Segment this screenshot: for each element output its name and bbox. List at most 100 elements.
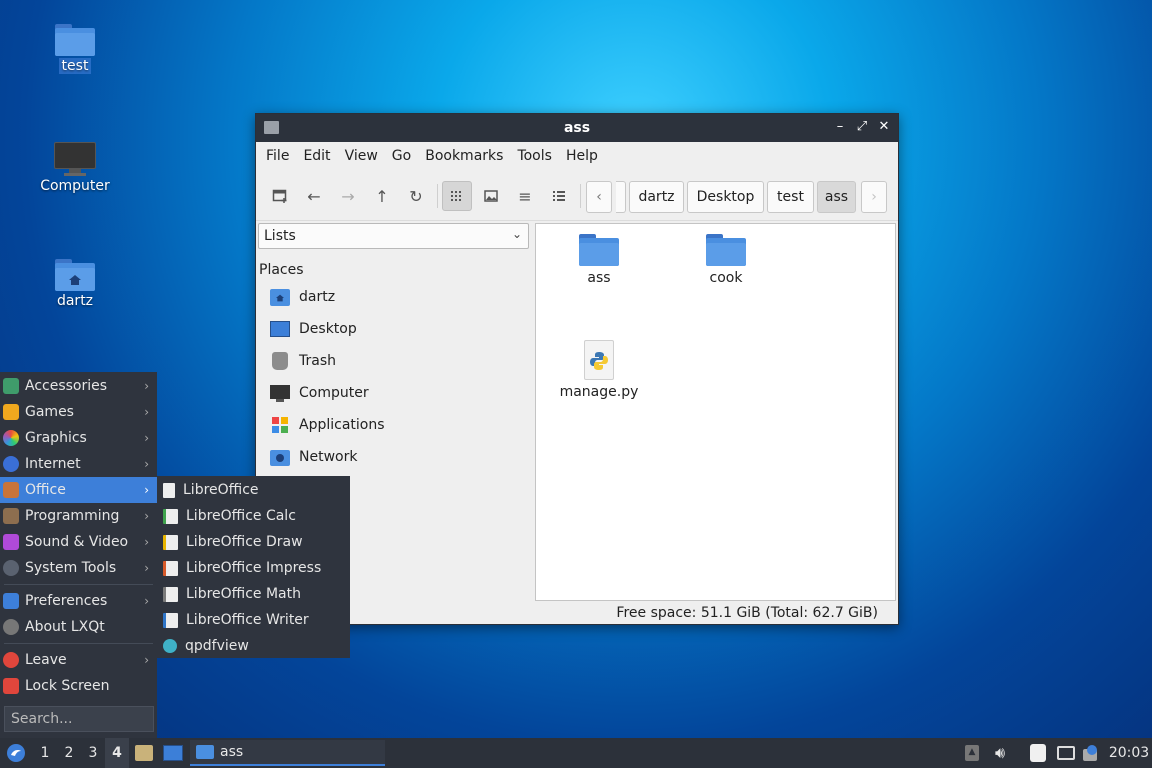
menu-edit[interactable]: Edit	[296, 148, 337, 164]
desktop-switch-4[interactable]: 4	[105, 738, 129, 768]
breadcrumb-test[interactable]: test	[767, 181, 814, 213]
breadcrumb-prev-button[interactable]: ‹	[586, 181, 612, 213]
menu-bookmarks[interactable]: Bookmarks	[418, 148, 510, 164]
reload-button[interactable]: ↻	[401, 181, 431, 211]
new-tab-button[interactable]	[265, 181, 295, 211]
submenu-item-libreoffice-writer[interactable]: LibreOffice Writer	[157, 607, 350, 633]
clipboard-icon	[1030, 744, 1046, 762]
submenu-item-label: LibreOffice Impress	[186, 560, 322, 576]
thumbnail-view-button[interactable]	[476, 181, 506, 211]
notification-button[interactable]	[1080, 738, 1104, 768]
desktop-icon-computer[interactable]: Computer	[25, 142, 125, 194]
breadcrumb-ass[interactable]: ass	[817, 181, 856, 213]
detailed-view-button[interactable]	[544, 181, 574, 211]
menu-item-label: Lock Screen	[25, 678, 110, 694]
title-bar[interactable]: ass – ⤢ ✕	[256, 114, 898, 142]
place-desktop[interactable]: Desktop	[270, 315, 520, 343]
menu-item-internet[interactable]: Internet ›	[0, 451, 157, 477]
menu-file[interactable]: File	[259, 148, 296, 164]
libreoffice-icon	[163, 482, 175, 498]
menu-item-games[interactable]: Games ›	[0, 399, 157, 425]
submenu-item-libreoffice-math[interactable]: LibreOffice Math	[157, 581, 350, 607]
desktop-switch-1[interactable]: 1	[33, 738, 57, 768]
image-icon	[484, 190, 498, 202]
show-desktop-button[interactable]	[133, 738, 155, 768]
programming-icon	[3, 508, 19, 524]
tray-expand-button[interactable]: ▲	[962, 738, 982, 768]
icon-view-button[interactable]	[442, 181, 472, 211]
menu-search-input[interactable]: Search...	[4, 706, 154, 732]
menu-item-label: Leave	[25, 652, 67, 668]
home-folder-icon	[55, 259, 95, 291]
file-item-manage-py[interactable]: manage.py	[549, 340, 649, 400]
detailed-list-icon	[553, 191, 565, 201]
volume-button[interactable]: 🔊︎	[988, 738, 1012, 768]
chevron-right-icon: ›	[144, 483, 149, 497]
submenu-item-libreoffice[interactable]: LibreOffice	[157, 477, 350, 503]
menu-item-office[interactable]: Office ›	[0, 477, 157, 503]
submenu-item-qpdfview[interactable]: qpdfview	[157, 633, 350, 659]
chevron-right-icon: ›	[144, 535, 149, 549]
menu-tools[interactable]: Tools	[510, 148, 559, 164]
forward-button[interactable]: →	[333, 181, 363, 211]
submenu-item-libreoffice-calc[interactable]: LibreOffice Calc	[157, 503, 350, 529]
place-applications[interactable]: Applications	[270, 411, 520, 439]
file-item-ass[interactable]: ass	[549, 234, 649, 286]
place-label: Applications	[299, 417, 385, 433]
desktop-switch-3[interactable]: 3	[81, 738, 105, 768]
home-folder-icon	[270, 288, 290, 306]
menu-item-programming[interactable]: Programming ›	[0, 503, 157, 529]
taskbar-window-ass[interactable]: ass	[190, 740, 385, 766]
info-icon	[3, 619, 19, 635]
place-computer[interactable]: Computer	[270, 379, 520, 407]
libreoffice-draw-icon	[163, 534, 178, 550]
file-item-cook[interactable]: cook	[676, 234, 776, 286]
libreoffice-impress-icon	[163, 560, 178, 576]
breadcrumb-dartz[interactable]: dartz	[629, 181, 684, 213]
place-trash[interactable]: Trash	[270, 347, 520, 375]
quicklaunch-file-manager[interactable]	[161, 738, 185, 768]
main-menu-button[interactable]	[3, 738, 29, 768]
menu-item-about-lxqt[interactable]: About LXQt	[0, 614, 157, 640]
system-tools-icon	[3, 560, 19, 576]
compact-view-button[interactable]: ≡	[510, 181, 540, 211]
games-icon	[3, 404, 19, 420]
network-tray-button[interactable]	[1054, 738, 1078, 768]
chevron-right-icon: ›	[144, 405, 149, 419]
menu-item-accessories[interactable]: Accessories ›	[0, 373, 157, 399]
clipboard-button[interactable]	[1026, 738, 1050, 768]
chevron-right-icon: ›	[144, 509, 149, 523]
minimize-button[interactable]: –	[834, 119, 846, 134]
place-dartz[interactable]: dartz	[270, 283, 520, 311]
breadcrumb-desktop[interactable]: Desktop	[687, 181, 764, 213]
python-file-icon	[582, 340, 616, 380]
menu-item-lock-screen[interactable]: Lock Screen	[0, 673, 157, 699]
submenu-item-libreoffice-impress[interactable]: LibreOffice Impress	[157, 555, 350, 581]
folder-icon	[706, 234, 746, 266]
computer-icon	[54, 142, 96, 176]
close-button[interactable]: ✕	[878, 119, 890, 134]
lxqt-logo-icon	[7, 744, 25, 762]
up-button[interactable]: ↑	[367, 181, 397, 211]
back-button[interactable]: ←	[299, 181, 329, 211]
menu-item-system-tools[interactable]: System Tools ›	[0, 555, 157, 581]
submenu-item-label: LibreOffice Math	[186, 586, 301, 602]
menu-go[interactable]: Go	[385, 148, 418, 164]
clock[interactable]: 20:03	[1108, 738, 1150, 768]
arrow-up-icon: ↑	[375, 186, 389, 206]
menu-item-leave[interactable]: Leave ›	[0, 647, 157, 673]
menu-help[interactable]: Help	[559, 148, 605, 164]
side-pane-mode-select[interactable]: Lists ⌄	[258, 223, 529, 249]
desktop-switch-2[interactable]: 2	[57, 738, 81, 768]
submenu-item-libreoffice-draw[interactable]: LibreOffice Draw	[157, 529, 350, 555]
maximize-button[interactable]: ⤢	[856, 119, 868, 134]
menu-item-preferences[interactable]: Preferences ›	[0, 588, 157, 614]
menu-item-sound-video[interactable]: Sound & Video ›	[0, 529, 157, 555]
place-label: Desktop	[299, 321, 357, 337]
desktop-icon-dartz[interactable]: dartz	[25, 259, 125, 309]
menu-item-graphics[interactable]: Graphics ›	[0, 425, 157, 451]
breadcrumb-next-button[interactable]: ›	[861, 181, 887, 213]
desktop-icon-test[interactable]: test	[25, 24, 125, 74]
place-network[interactable]: Network	[270, 443, 520, 471]
menu-view[interactable]: View	[338, 148, 385, 164]
